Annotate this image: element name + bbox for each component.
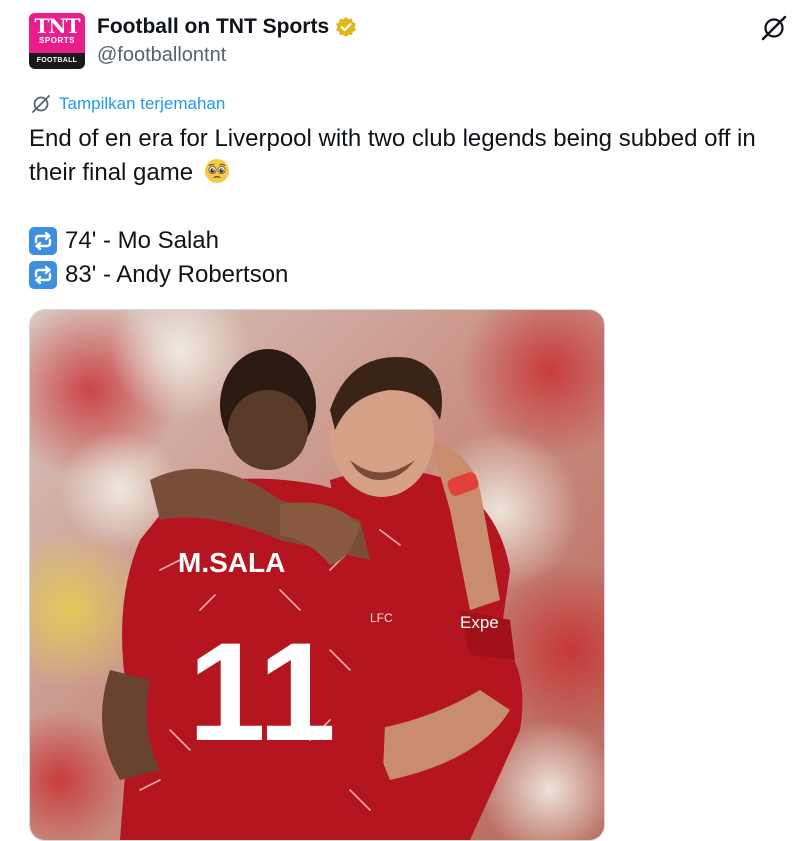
shirt-crest-text: LFC	[370, 611, 393, 625]
repeat-icon	[29, 261, 57, 289]
repeat-icon	[29, 227, 57, 255]
translate-icon	[32, 95, 50, 113]
verified-badge-icon[interactable]	[335, 16, 357, 38]
display-name-row[interactable]: Football on TNT Sports	[97, 14, 357, 40]
account-handle[interactable]: @footballontnt	[97, 42, 226, 68]
shirt-number-text: 11	[188, 613, 336, 770]
avatar-brand: TNT	[34, 14, 80, 38]
shirt-sponsor-text: Expe	[460, 613, 499, 632]
avatar-section: FOOTBALL	[36, 57, 78, 64]
avatar[interactable]: TNT SPORTS FOOTBALL	[29, 13, 85, 69]
translate-label[interactable]: Tampilkan terjemahan	[59, 94, 225, 114]
tweet-text-line: End of en era for Liverpool with two clu…	[29, 125, 756, 186]
pleading-face-emoji-icon	[204, 158, 230, 184]
substitution-text: 74' - Mo Salah	[65, 227, 219, 254]
players-hug-photo: M.SALA 11 Expe LFC	[30, 310, 604, 840]
avatar-brand-block: TNT SPORTS	[29, 13, 85, 53]
shirt-name-text: M.SALA	[178, 547, 285, 578]
translate-link[interactable]: Tampilkan terjemahan	[31, 94, 225, 114]
tweet-text: End of en era for Liverpool with two clu…	[29, 122, 789, 190]
display-name[interactable]: Football on TNT Sports	[97, 14, 329, 40]
substitution-line: 83' - Andy Robertson	[29, 258, 288, 292]
substitution-text: 83' - Andy Robertson	[65, 261, 289, 288]
substitution-line: 74' - Mo Salah	[29, 224, 219, 258]
tweet-media-image[interactable]: M.SALA 11 Expe LFC	[29, 309, 605, 841]
grok-icon[interactable]	[760, 14, 788, 42]
